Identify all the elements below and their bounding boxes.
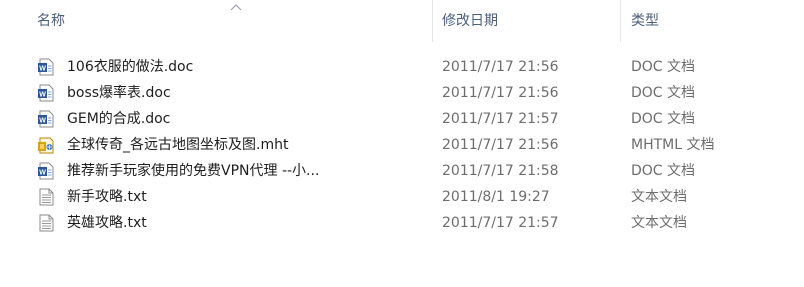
file-date: 2011/7/17 21:56	[442, 137, 559, 153]
column-header-name[interactable]: 名称	[37, 0, 427, 42]
file-row[interactable]: 英雄攻略.txt 2011/7/17 21:57 文本文档	[0, 210, 804, 236]
column-header-bar: 名称 修改日期 类型	[0, 0, 804, 44]
file-row[interactable]: W boss爆率表.doc 2011/7/17 21:56 DOC 文档	[0, 80, 804, 106]
column-divider[interactable]	[620, 0, 621, 42]
word-doc-icon: W	[37, 58, 55, 76]
file-date: 2011/7/17 21:57	[442, 215, 559, 231]
mhtml-icon	[37, 136, 55, 154]
file-name: GEM的合成.doc	[67, 111, 171, 127]
svg-text:W: W	[39, 169, 46, 176]
file-type: DOC 文档	[631, 59, 696, 75]
column-header-date[interactable]: 修改日期	[442, 0, 612, 42]
file-type: DOC 文档	[631, 163, 696, 179]
file-type: MHTML 文档	[631, 137, 715, 153]
svg-text:W: W	[39, 117, 46, 124]
word-doc-icon: W	[37, 84, 55, 102]
file-name: boss爆率表.doc	[67, 85, 171, 101]
file-date: 2011/7/17 21:56	[442, 85, 559, 101]
file-row[interactable]: 新手攻略.txt 2011/8/1 19:27 文本文档	[0, 184, 804, 210]
file-type: 文本文档	[631, 215, 687, 231]
file-date: 2011/7/17 21:57	[442, 111, 559, 127]
file-name: 106衣服的做法.doc	[67, 59, 194, 75]
file-date: 2011/7/17 21:56	[442, 59, 559, 75]
file-name: 新手攻略.txt	[67, 189, 147, 205]
text-file-icon	[37, 188, 55, 206]
file-date: 2011/7/17 21:58	[442, 163, 559, 179]
word-doc-icon: W	[37, 162, 55, 180]
text-file-icon	[37, 214, 55, 232]
file-date: 2011/8/1 19:27	[442, 189, 550, 205]
column-header-type[interactable]: 类型	[631, 0, 781, 42]
file-name: 全球传奇_各远古地图坐标及图.mht	[67, 137, 289, 153]
file-type: DOC 文档	[631, 85, 696, 101]
svg-text:W: W	[39, 91, 46, 98]
file-row[interactable]: W GEM的合成.doc 2011/7/17 21:57 DOC 文档	[0, 106, 804, 132]
svg-text:W: W	[39, 65, 46, 72]
file-type: DOC 文档	[631, 111, 696, 127]
word-doc-icon: W	[37, 110, 55, 128]
file-row[interactable]: W 推荐新手玩家使用的免费VPN代理 --小... 2011/7/17 21:5…	[0, 158, 804, 184]
file-name: 推荐新手玩家使用的免费VPN代理 --小...	[67, 163, 320, 179]
file-type: 文本文档	[631, 189, 687, 205]
file-name: 英雄攻略.txt	[67, 215, 147, 231]
file-row[interactable]: 全球传奇_各远古地图坐标及图.mht 2011/7/17 21:56 MHTML…	[0, 132, 804, 158]
file-row[interactable]: W 106衣服的做法.doc 2011/7/17 21:56 DOC 文档	[0, 54, 804, 80]
column-divider[interactable]	[432, 0, 433, 42]
